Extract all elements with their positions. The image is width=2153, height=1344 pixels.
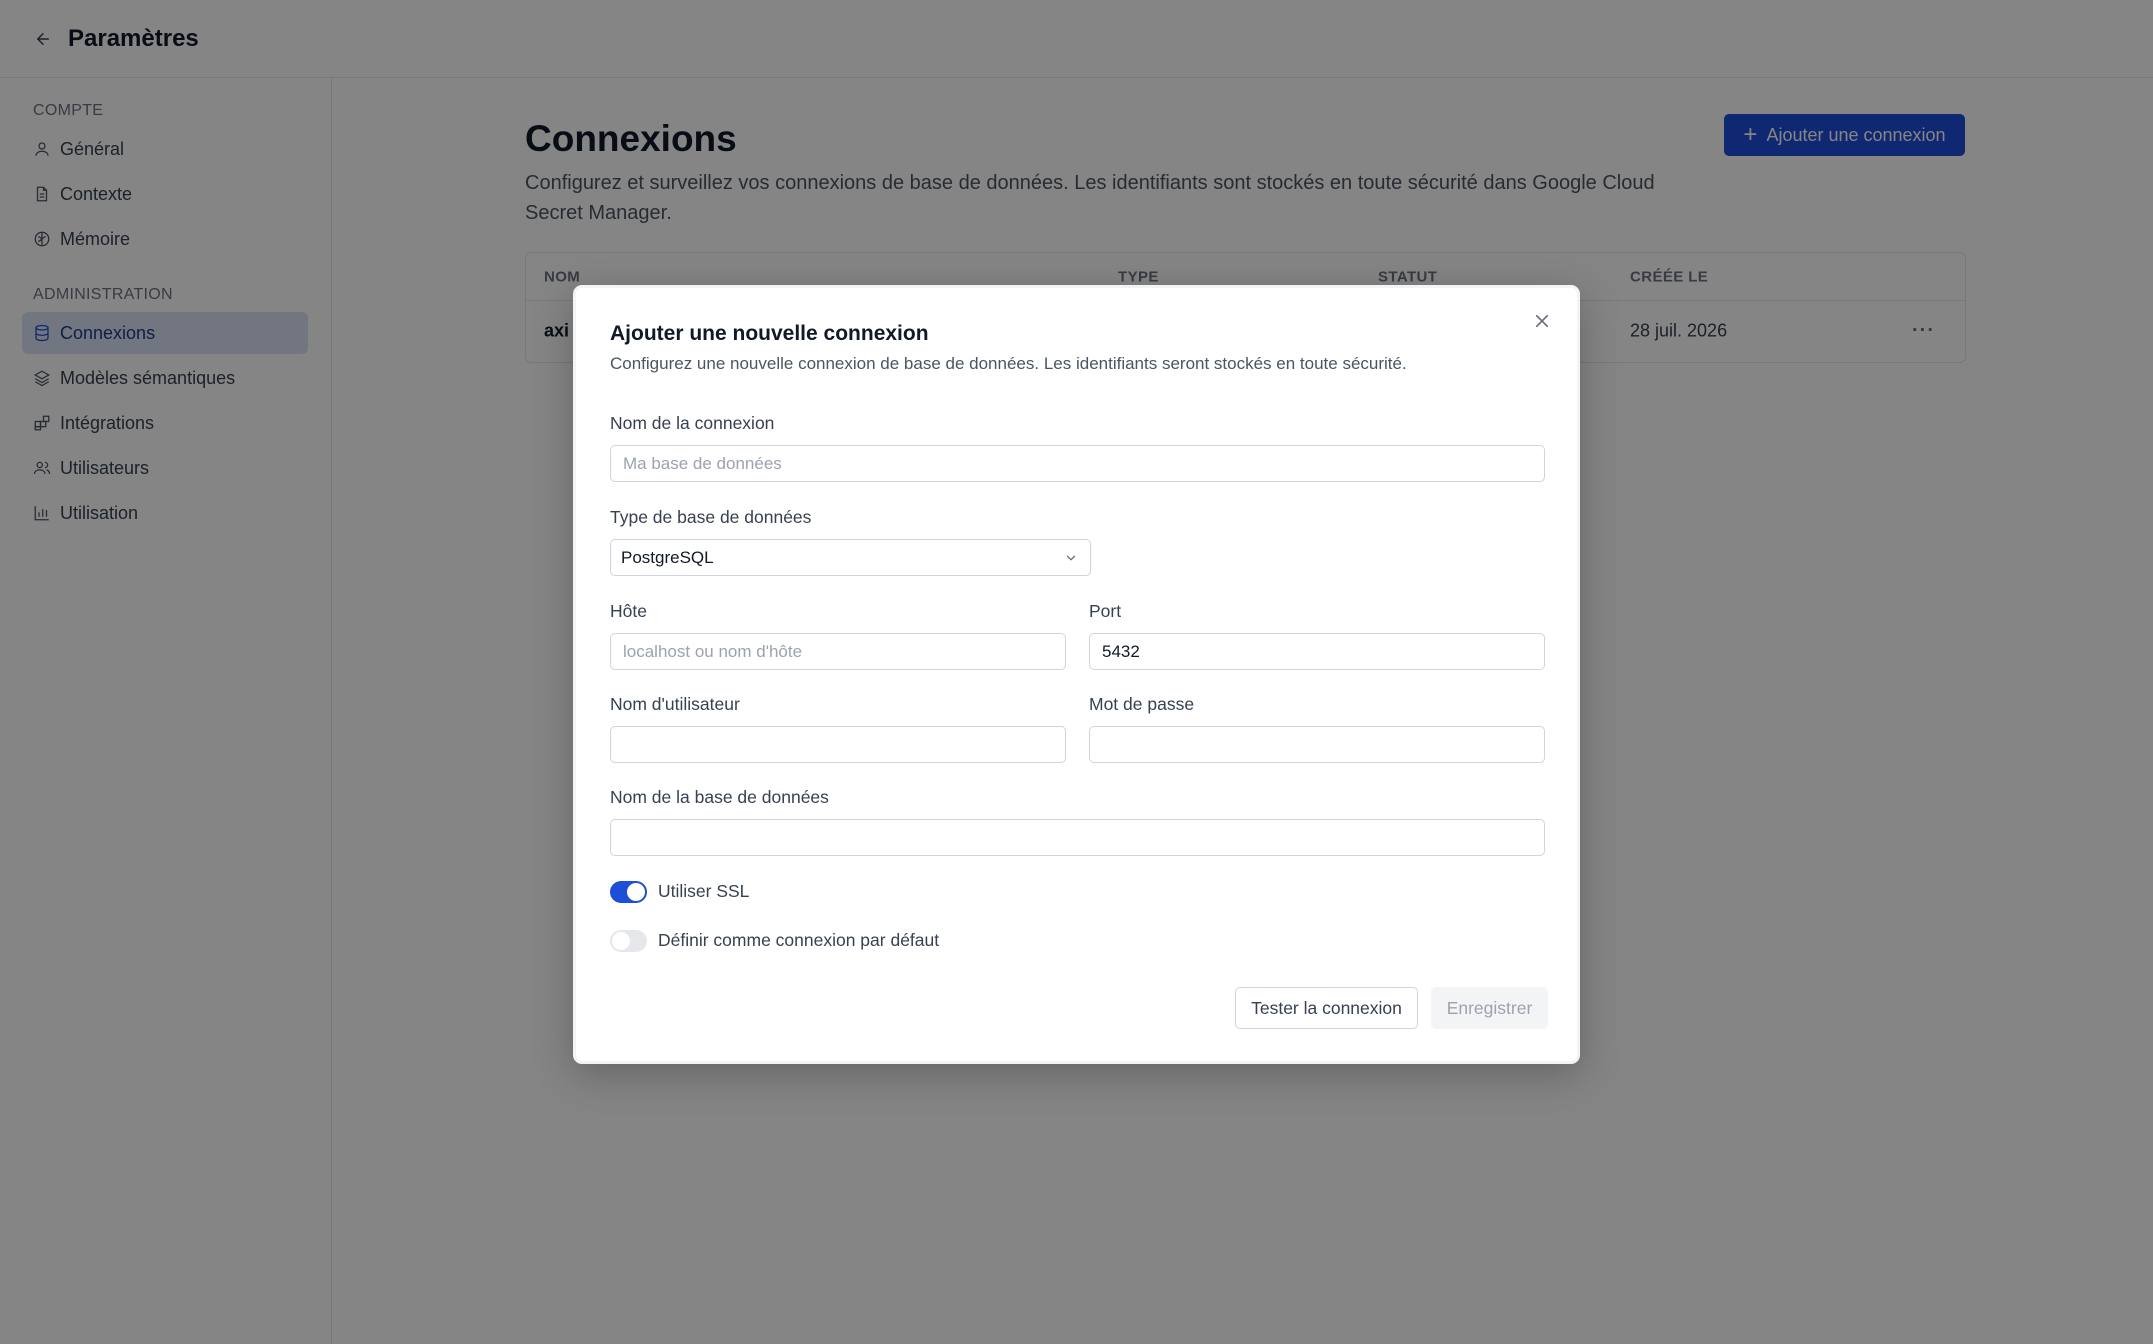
chevron-down-icon — [1066, 555, 1076, 560]
connection-name-input[interactable] — [610, 445, 1545, 482]
toggle-knob — [612, 932, 630, 950]
save-button[interactable]: Enregistrer — [1431, 987, 1548, 1029]
database-name-label: Nom de la base de données — [610, 787, 829, 807]
ssl-toggle[interactable] — [610, 881, 647, 903]
host-input[interactable] — [610, 633, 1066, 670]
username-input[interactable] — [610, 726, 1066, 763]
default-connection-toggle[interactable] — [610, 930, 647, 952]
dialog-title: Ajouter une nouvelle connexion — [610, 322, 929, 345]
password-label: Mot de passe — [1089, 694, 1195, 714]
add-connection-dialog: Ajouter une nouvelle connexion Configure… — [573, 285, 1580, 1064]
connection-name-label: Nom de la connexion — [610, 413, 775, 433]
database-type-label: Type de base de données — [610, 507, 812, 527]
ssl-toggle-label: Utiliser SSL — [658, 881, 750, 901]
default-connection-toggle-label: Définir comme connexion par défaut — [658, 930, 940, 950]
host-label: Hôte — [610, 601, 647, 621]
dialog-description: Configurez une nouvelle connexion de bas… — [610, 354, 1407, 373]
username-label: Nom d'utilisateur — [610, 694, 740, 714]
port-input[interactable] — [1089, 633, 1545, 670]
port-label: Port — [1089, 601, 1122, 621]
database-type-value: PostgreSQL — [621, 547, 714, 567]
database-type-select[interactable]: PostgreSQL — [610, 539, 1091, 576]
password-input[interactable] — [1089, 726, 1545, 763]
close-icon[interactable] — [1529, 308, 1555, 334]
test-connection-button[interactable]: Tester la connexion — [1235, 987, 1418, 1029]
database-name-input[interactable] — [610, 819, 1545, 856]
toggle-knob — [627, 883, 645, 901]
